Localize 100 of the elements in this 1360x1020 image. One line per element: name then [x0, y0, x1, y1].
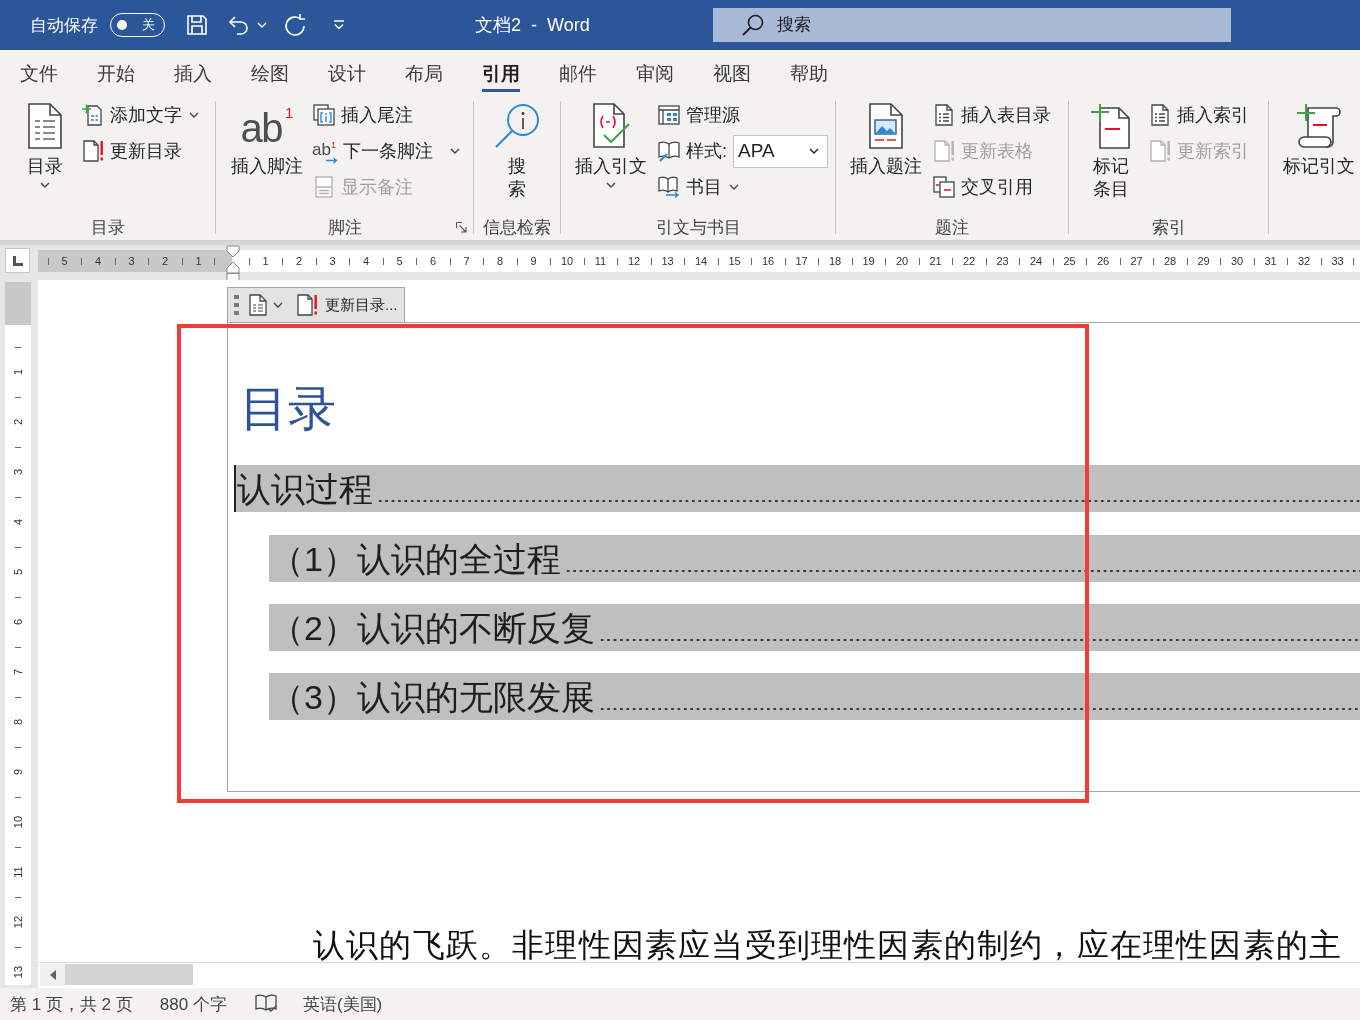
endnote-icon: [312, 103, 336, 127]
undo-icon: [227, 13, 251, 37]
search-icon: [741, 13, 765, 37]
ribbon-tab[interactable]: 视图: [703, 50, 761, 97]
customize-button[interactable]: [333, 19, 345, 31]
caret-icon: [450, 148, 460, 154]
scrollbar-thumb[interactable]: [65, 964, 193, 985]
caret-icon: [40, 182, 50, 188]
ruler-number: 13: [12, 965, 24, 979]
drag-handle-icon[interactable]: [234, 295, 239, 315]
page-alert-icon: [932, 139, 956, 163]
ruler-number: 31: [1264, 255, 1277, 267]
ribbon-button[interactable]: 插入尾注: [310, 97, 462, 133]
ruler-number: 27: [1130, 255, 1143, 267]
left-triangle-icon: [49, 969, 56, 980]
ribbon-large-button[interactable]: 标记条目: [1086, 97, 1136, 215]
ribbon-button[interactable]: 管理源: [655, 97, 830, 133]
tab-stop-icon: [12, 255, 23, 266]
page-alert-icon: [1148, 139, 1172, 163]
search-field[interactable]: 搜索: [777, 15, 1077, 35]
scroll-left-button[interactable]: [40, 963, 65, 986]
ribbon-tab[interactable]: 开始: [87, 50, 145, 97]
dialog-launcher-icon[interactable]: [456, 222, 467, 233]
ruler-number: 10: [560, 255, 574, 267]
ribbon-tab[interactable]: 帮助: [780, 50, 838, 97]
ribbon-tab[interactable]: 邮件: [549, 50, 607, 97]
ruler-number: 3: [329, 255, 336, 267]
ribbon-button[interactable]: 书目: [655, 169, 830, 205]
indent-marker-icon[interactable]: [226, 245, 240, 281]
ruler-number: 20: [895, 255, 909, 267]
ribbon-large-button[interactable]: 标记引文: [1279, 97, 1359, 215]
ruler-number: 2: [12, 418, 24, 426]
ruler-number: 18: [828, 255, 842, 267]
toggle-knob-icon: [117, 20, 127, 30]
scrollbar-track[interactable]: [38, 962, 1360, 986]
ruler-number: 5: [61, 255, 68, 267]
ribbon-large-button[interactable]: 插入引文: [571, 97, 651, 215]
ruler-margin: [5, 282, 31, 325]
field-label: 样式:: [686, 140, 727, 163]
ribbon-button[interactable]: 更新目录: [79, 133, 201, 169]
ruler-number: 16: [761, 255, 775, 267]
toc-entry[interactable]: （1）认识的全过程: [269, 535, 1360, 582]
tab-selector-button[interactable]: [5, 248, 30, 273]
ribbon-tab[interactable]: 插入: [164, 50, 222, 97]
group-label: 脚注: [327, 217, 362, 239]
page-count[interactable]: 第 1 页，共 2 页: [10, 992, 133, 1016]
ruler-number: 1: [195, 255, 202, 267]
ribbon-tab[interactable]: 布局: [395, 50, 453, 97]
group-label: 引文与书目: [655, 217, 741, 239]
document-icon: [249, 294, 267, 316]
toc-entry[interactable]: （2）认识的不断反复: [269, 604, 1360, 651]
ruler-number: 3: [128, 255, 135, 267]
update-toc-button[interactable]: 更新目录...: [293, 290, 400, 320]
caret-icon: [729, 184, 739, 190]
ribbon-button[interactable]: 交叉引用: [930, 169, 1053, 205]
ruler-number: 4: [12, 518, 24, 526]
marked-page-icon: [1090, 103, 1132, 149]
list-document-icon: [1148, 103, 1172, 127]
ribbon-large-button[interactable]: 插入题注: [846, 97, 926, 215]
save-icon: [185, 13, 209, 37]
ruler-number: 15: [728, 255, 741, 267]
ruler-number: 23: [996, 255, 1009, 267]
ruler-number: 24: [1029, 255, 1043, 267]
ribbon-tab[interactable]: 设计: [318, 50, 376, 97]
ribbon-button[interactable]: 插入索引: [1146, 97, 1251, 133]
ruler-number: 12: [627, 255, 641, 267]
ribbon-button[interactable]: 插入表目录: [930, 97, 1053, 133]
ribbon-tab[interactable]: 绘图: [241, 50, 299, 97]
caret-icon: [606, 182, 616, 188]
search-box[interactable]: 搜索: [713, 8, 1231, 42]
proofing-button[interactable]: [254, 994, 277, 1014]
arrow-icon: [326, 157, 338, 164]
redo-button[interactable]: [283, 13, 307, 37]
ribbon-large-button[interactable]: 搜索: [490, 97, 544, 215]
ruler-number: 29: [1197, 255, 1210, 267]
ribbon-large-button[interactable]: 目录: [22, 97, 68, 215]
save-button[interactable]: [185, 13, 209, 37]
undo-button[interactable]: [227, 13, 267, 37]
ruler-number: 21: [929, 255, 942, 267]
ruler-number: 11: [594, 255, 607, 267]
ribbon-tab[interactable]: 文件: [10, 50, 68, 97]
ribbon-button[interactable]: ab$^{1}$ 下一条脚注: [310, 133, 462, 169]
ruler-number: 12: [12, 915, 24, 929]
page-alert-icon: [295, 293, 319, 317]
ribbon-tab[interactable]: 审阅: [626, 50, 684, 97]
toc-entry[interactable]: 认识过程: [234, 465, 1360, 512]
autosave-label: 自动保存: [30, 14, 98, 37]
toc-entry[interactable]: （3）认识的无限发展: [269, 673, 1360, 720]
language-indicator[interactable]: 英语(美国): [302, 992, 383, 1016]
add-text-icon: [81, 103, 105, 127]
ribbon-large-button[interactable]: ab$^{1}$ 插入脚注: [227, 97, 307, 215]
word-count[interactable]: 880 个字: [159, 992, 227, 1016]
customize-icon: [333, 19, 345, 31]
ruler-number: 5: [396, 255, 403, 267]
ribbon-tab[interactable]: 引用: [472, 50, 530, 97]
ruler-number: 17: [795, 255, 808, 267]
document-icon: [26, 103, 64, 149]
ribbon-button[interactable]: 添加文字: [79, 97, 201, 133]
ruler-number: 14: [694, 255, 708, 267]
dropdown-field[interactable]: APA: [733, 134, 828, 168]
